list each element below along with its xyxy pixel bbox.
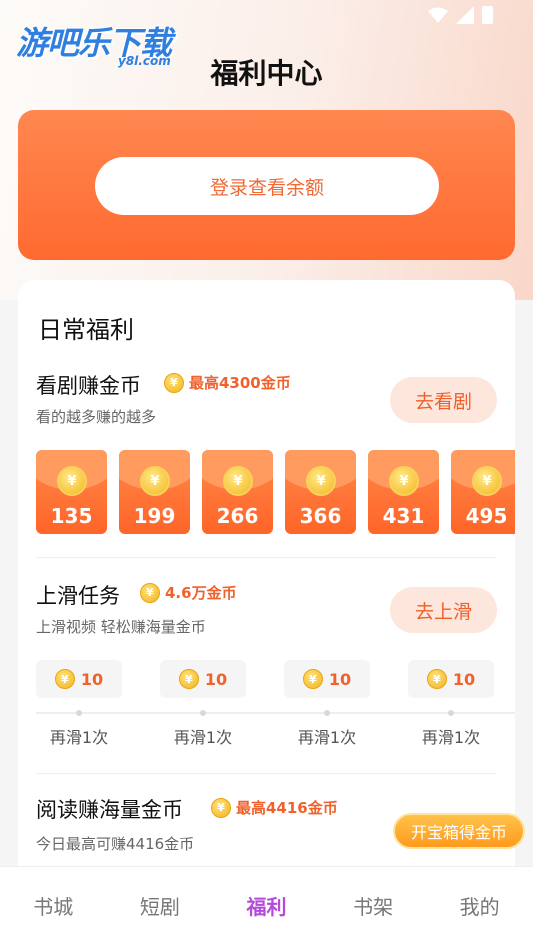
swipe-step: ¥ 10 再滑1次 — [408, 660, 494, 747]
coin-packet[interactable]: ¥ 431 — [368, 450, 439, 534]
swipe-task-subtitle: 上滑视频 轻松赚海量金币 — [36, 618, 206, 636]
swipe-step-label: 再滑1次 — [297, 728, 357, 747]
swipe-task-title: 上滑任务 — [36, 584, 120, 608]
swipe-up-button[interactable]: 去上滑 — [390, 587, 497, 633]
battery-icon — [482, 6, 493, 24]
coin-icon: ¥ — [426, 669, 447, 689]
swipe-reward-value: 10 — [452, 669, 476, 689]
coin-icon: ¥ — [389, 466, 419, 496]
coin-icon: ¥ — [140, 466, 170, 496]
coin-packet[interactable]: ¥ 495 — [451, 450, 515, 534]
divider — [36, 557, 497, 558]
coin-icon: ¥ — [211, 797, 231, 818]
reward-text: 4.6万金币 — [165, 584, 237, 602]
coin-icon: ¥ — [223, 466, 253, 496]
swipe-step: ¥ 10 再滑1次 — [284, 660, 370, 747]
swipe-step-label: 再滑1次 — [173, 728, 233, 747]
swipe-reward-badge: ¥ 10 — [160, 660, 246, 698]
balance-card: 登录查看余额 — [18, 110, 515, 260]
coin-packet[interactable]: ¥ 266 — [202, 450, 273, 534]
section-title: 日常福利 — [38, 316, 134, 344]
reward-text: 最高4416金币 — [236, 799, 338, 817]
signal-icon — [456, 6, 474, 24]
bottom-tab-bar: 书城 短剧 福利 书架 我的 — [0, 866, 533, 948]
read-task-subtitle: 今日最高可赚4416金币 — [36, 835, 195, 853]
coin-packet[interactable]: ¥ 366 — [285, 450, 356, 534]
tab-mine[interactable]: 我的 — [427, 891, 533, 920]
coin-icon: ¥ — [164, 372, 184, 393]
packet-value: 199 — [133, 504, 176, 528]
progress-dot — [448, 710, 454, 716]
coin-packet-row: ¥ 135 ¥ 199 ¥ 266 ¥ 366 ¥ 431 ¥ 495 — [36, 450, 515, 536]
coin-icon: ¥ — [140, 582, 160, 603]
open-treasure-box-button[interactable]: 开宝箱得金币 — [393, 813, 525, 849]
packet-value: 266 — [216, 504, 259, 528]
coin-packet[interactable]: ¥ 135 — [36, 450, 107, 534]
reward-text: 最高4300金币 — [189, 374, 291, 392]
packet-value: 495 — [465, 504, 508, 528]
progress-dot — [324, 710, 330, 716]
tab-bookshelf[interactable]: 书架 — [320, 891, 426, 920]
read-task-reward: ¥ 最高4416金币 — [211, 797, 338, 818]
coin-icon: ¥ — [54, 669, 75, 689]
coin-icon: ¥ — [472, 466, 502, 496]
packet-value: 366 — [299, 504, 342, 528]
drama-task-reward: ¥ 最高4300金币 — [164, 372, 291, 393]
coin-icon: ¥ — [57, 466, 87, 496]
swipe-reward-value: 10 — [328, 669, 352, 689]
swipe-reward-badge: ¥ 10 — [284, 660, 370, 698]
read-task-title: 阅读赚海量金币 — [36, 798, 183, 822]
divider — [36, 773, 497, 774]
wifi-icon — [428, 7, 448, 23]
watch-drama-button[interactable]: 去看剧 — [390, 377, 497, 423]
progress-dot — [200, 710, 206, 716]
page-title: 福利中心 — [210, 57, 323, 90]
login-view-balance-button[interactable]: 登录查看余额 — [95, 157, 439, 215]
tab-welfare[interactable]: 福利 — [213, 891, 319, 920]
status-bar — [428, 6, 493, 24]
packet-value: 135 — [50, 504, 93, 528]
swipe-progress: ¥ 10 再滑1次 ¥ 10 再滑1次 ¥ 10 再滑1次 ¥ 10 再滑1次 — [36, 660, 515, 750]
swipe-task-reward: ¥ 4.6万金币 — [140, 582, 237, 603]
coin-icon: ¥ — [178, 669, 199, 689]
swipe-step: ¥ 10 再滑1次 — [160, 660, 246, 747]
coin-icon: ¥ — [306, 466, 336, 496]
tab-short-drama[interactable]: 短剧 — [107, 891, 213, 920]
daily-welfare-card: 日常福利 看剧赚金币 ¥ 最高4300金币 看的越多赚的越多 去看剧 ¥ 135… — [18, 280, 515, 900]
swipe-reward-value: 10 — [204, 669, 228, 689]
swipe-reward-badge: ¥ 10 — [408, 660, 494, 698]
swipe-reward-value: 10 — [80, 669, 104, 689]
swipe-reward-badge: ¥ 10 — [36, 660, 122, 698]
coin-icon: ¥ — [302, 669, 323, 689]
swipe-step: ¥ 10 再滑1次 — [36, 660, 122, 747]
swipe-step-label: 再滑1次 — [49, 728, 109, 747]
tab-bookstore[interactable]: 书城 — [0, 891, 106, 920]
drama-task-title: 看剧赚金币 — [36, 374, 141, 398]
progress-dot — [76, 710, 82, 716]
drama-task-subtitle: 看的越多赚的越多 — [36, 408, 157, 426]
coin-packet[interactable]: ¥ 199 — [119, 450, 190, 534]
progress-line — [36, 712, 515, 714]
swipe-step-label: 再滑1次 — [421, 728, 481, 747]
packet-value: 431 — [382, 504, 425, 528]
